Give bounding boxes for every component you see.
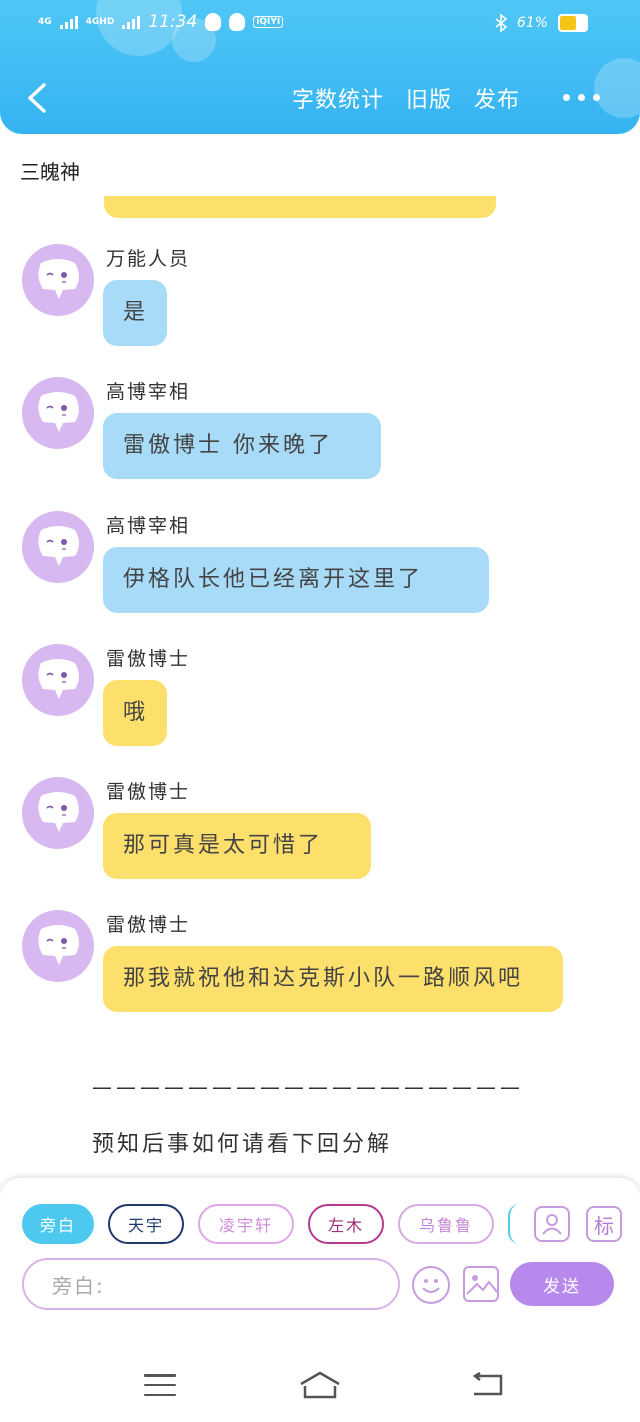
- iqiyi-icon: iQIYI: [253, 16, 284, 28]
- word-count-button[interactable]: 字数统计: [292, 82, 384, 114]
- sender-name: 高博宰相: [106, 381, 191, 403]
- role-chip[interactable]: 乌鲁鲁: [398, 1204, 494, 1244]
- role-chip[interactable]: 凌宇轩: [198, 1204, 294, 1244]
- avatar[interactable]: [22, 244, 94, 316]
- menu-icon[interactable]: [144, 1374, 176, 1396]
- mark-icon[interactable]: 标: [586, 1206, 622, 1242]
- qq-icon: [229, 13, 246, 31]
- avatar[interactable]: [22, 377, 94, 449]
- sender-name: 雷傲博士: [106, 648, 191, 670]
- send-button[interactable]: 发送: [510, 1262, 614, 1306]
- message-bubble[interactable]: 哦: [103, 680, 167, 746]
- add-role-icon[interactable]: [534, 1206, 570, 1242]
- publish-button[interactable]: 发布: [474, 82, 520, 114]
- battery-percent: 61%: [516, 15, 548, 31]
- qq-icon: [205, 13, 222, 31]
- system-back-icon[interactable]: [470, 1372, 504, 1398]
- sender-name: 万能人员: [106, 248, 191, 270]
- previous-bubble: [104, 196, 496, 218]
- role-chip[interactable]: 天宇: [108, 1204, 184, 1244]
- message-bubble[interactable]: 那可真是太可惜了: [103, 813, 371, 879]
- role-selector: 旁白 天宇 凌宇轩 左木 乌鲁鲁: [22, 1204, 520, 1244]
- battery-fill: [560, 16, 576, 30]
- status-bar: 4G 4GHD 11:34 iQIYI 61%: [0, 0, 640, 48]
- role-chip-partial[interactable]: [508, 1204, 520, 1244]
- chapter-title: 三魄神: [20, 160, 80, 184]
- emoji-icon[interactable]: [412, 1266, 450, 1304]
- old-version-button[interactable]: 旧版: [406, 82, 452, 114]
- ending-text: 预知后事如何请看下回分解: [92, 1132, 393, 1157]
- role-chip-narrator[interactable]: 旁白: [22, 1204, 94, 1244]
- avatar[interactable]: [22, 644, 94, 716]
- sender-name: 高博宰相: [106, 515, 191, 537]
- network-label: 4GHD: [85, 17, 115, 27]
- signal-icon: [122, 15, 141, 29]
- app-header: 4G 4GHD 11:34 iQIYI 61% 字数统计 旧版 发布: [0, 0, 640, 134]
- more-icon[interactable]: [563, 94, 600, 101]
- clock: 11:34: [148, 12, 198, 32]
- sender-name: 雷傲博士: [106, 781, 191, 803]
- message-bubble[interactable]: 是: [103, 280, 167, 346]
- message-bubble[interactable]: 雷傲博士 你来晚了: [103, 413, 381, 479]
- avatar[interactable]: [22, 511, 94, 583]
- avatar[interactable]: [22, 777, 94, 849]
- home-icon[interactable]: [298, 1370, 342, 1400]
- role-chip[interactable]: 左木: [308, 1204, 384, 1244]
- chat-area[interactable]: 万能人员是高博宰相 雷傲博士 你来晚了 高博宰相 伊格队长他已经离开这里了 雷傲博士哦雷…: [0, 196, 640, 1176]
- network-label: 4G: [38, 17, 52, 27]
- message-bubble[interactable]: 那我就祝他和达克斯小队一路顺风吧: [103, 946, 563, 1012]
- back-icon[interactable]: [24, 82, 52, 114]
- nav-bar: 字数统计 旧版 发布: [0, 70, 640, 126]
- sender-name: 雷傲博士: [106, 914, 191, 936]
- bluetooth-icon: [495, 14, 507, 32]
- avatar[interactable]: [22, 910, 94, 982]
- signal-icon: [59, 15, 78, 29]
- divider-line: ——————————————————: [92, 1075, 524, 1099]
- image-icon[interactable]: [463, 1266, 499, 1302]
- battery-icon: [558, 14, 588, 32]
- message-bubble[interactable]: 伊格队长他已经离开这里了: [103, 547, 489, 613]
- message-input[interactable]: 旁白:: [22, 1258, 400, 1310]
- system-nav-bar: [0, 1348, 640, 1422]
- compose-panel: 旁白 天宇 凌宇轩 左木 乌鲁鲁 标 旁白: 发送: [0, 1178, 640, 1348]
